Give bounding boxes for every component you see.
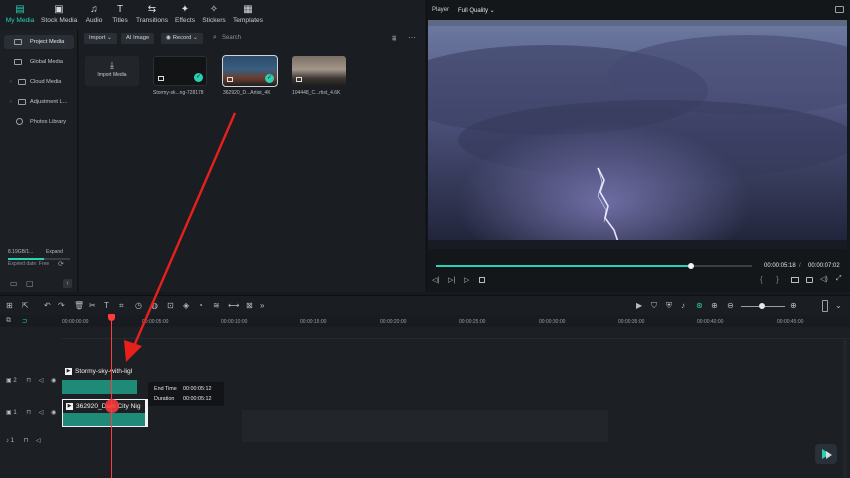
annotation-arrow	[124, 112, 237, 362]
app-logo	[815, 444, 837, 464]
filmora-logo-icon	[822, 449, 832, 459]
